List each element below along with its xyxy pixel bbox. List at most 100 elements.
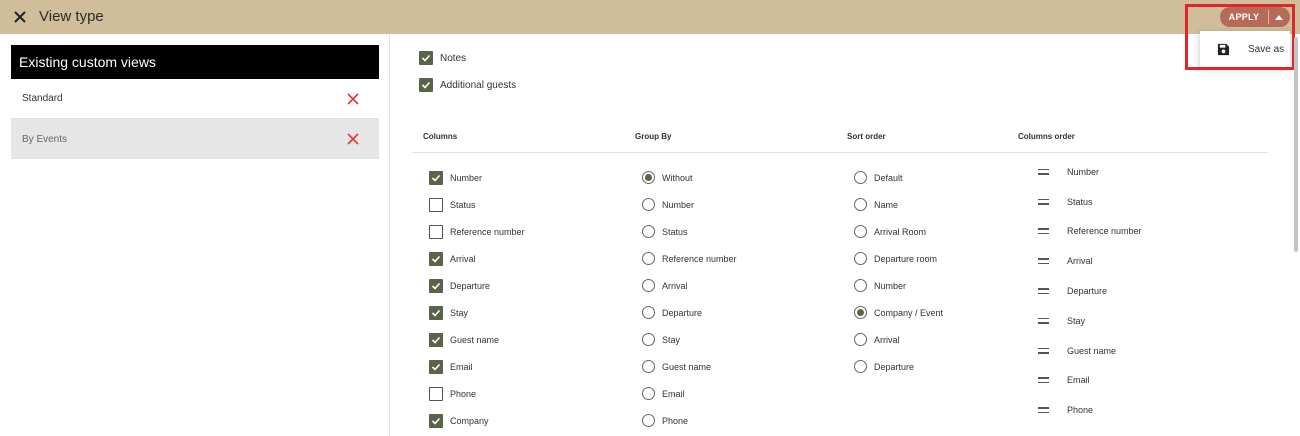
group-by-radio[interactable] [642,171,655,184]
apply-button[interactable]: APPLY [1220,7,1268,27]
column-checkbox[interactable] [429,197,443,212]
column-order-item-departure[interactable]: Departure [1034,276,1142,306]
column-checkbox[interactable] [429,386,443,401]
group-by-radio[interactable] [642,279,655,292]
option-notes[interactable]: Notes [419,51,466,65]
drag-handle-icon[interactable] [1038,317,1049,325]
sort-order-option-arrival-room[interactable]: Arrival Room [854,218,943,245]
group-by-option-stay[interactable]: Stay [642,326,737,353]
column-option-phone[interactable]: Phone [429,380,525,407]
group-by-option-label: Email [662,388,685,399]
view-item-by-events[interactable]: By Events [11,119,379,159]
column-option-email[interactable]: Email [429,353,525,380]
column-option-company[interactable]: Company [429,407,525,434]
group-by-option-reference-number[interactable]: Reference number [642,245,737,272]
group-by-radio[interactable] [642,306,655,319]
option-additional-guests[interactable]: Additional guests [419,78,516,92]
apply-split-button: APPLY [1220,7,1290,27]
column-order-item-guest-name[interactable]: Guest name [1034,336,1142,366]
drag-handle-icon[interactable] [1038,257,1049,265]
column-checkbox[interactable] [429,332,443,347]
sort-order-option-company-event[interactable]: Company / Event [854,299,943,326]
sort-order-radio[interactable] [854,252,867,265]
column-order-item-arrival[interactable]: Arrival [1034,246,1142,276]
sort-order-option-name[interactable]: Name [854,191,943,218]
column-option-stay[interactable]: Stay [429,299,525,326]
column-order-item-reference-number[interactable]: Reference number [1034,217,1142,247]
drag-handle-icon[interactable] [1038,287,1049,295]
column-checkbox[interactable] [429,170,443,185]
drag-handle-icon[interactable] [1038,376,1049,384]
drag-handle-icon[interactable] [1038,406,1049,414]
drag-handle-icon[interactable] [1038,198,1049,206]
group-by-option-status[interactable]: Status [642,218,737,245]
sort-order-radio[interactable] [854,333,867,346]
scrollbar[interactable] [1292,34,1300,436]
group-by-radio[interactable] [642,360,655,373]
sort-order-option-number[interactable]: Number [854,272,943,299]
close-button[interactable] [10,7,30,27]
column-checkbox[interactable] [429,359,443,374]
group-by-radio[interactable] [642,225,655,238]
column-option-departure[interactable]: Departure [429,272,525,299]
drag-handle-icon[interactable] [1038,347,1049,355]
group-by-list: Without Number Status Reference number Arriv… [642,164,737,434]
save-as-label: Save as [1248,43,1285,55]
sort-order-option-departure-room[interactable]: Departure room [854,245,943,272]
group-by-radio[interactable] [642,252,655,265]
column-order-item-email[interactable]: Email [1034,366,1142,396]
column-order-label: Number [1067,166,1100,177]
drag-handle-icon[interactable] [1038,168,1049,176]
notes-checkbox[interactable] [419,51,433,65]
column-checkbox[interactable] [429,251,443,266]
sort-order-radio[interactable] [854,171,867,184]
group-by-option-arrival[interactable]: Arrival [642,272,737,299]
group-by-option-guest-name[interactable]: Guest name [642,353,737,380]
column-option-reference-number[interactable]: Reference number [429,218,525,245]
column-checkbox[interactable] [429,413,443,428]
column-order-item-number[interactable]: Number [1034,157,1142,187]
sort-order-radio[interactable] [854,198,867,211]
additional-guests-checkbox[interactable] [419,78,433,92]
radio-selected-dot [645,174,652,181]
column-order-item-stay[interactable]: Stay [1034,306,1142,336]
group-by-option-without[interactable]: Without [642,164,737,191]
column-checkbox[interactable] [429,278,443,293]
delete-icon[interactable] [347,133,359,145]
column-option-status[interactable]: Status [429,191,525,218]
group-by-option-number[interactable]: Number [642,191,737,218]
column-option-number[interactable]: Number [429,164,525,191]
group-by-radio[interactable] [642,387,655,400]
sort-order-radio[interactable] [854,306,867,319]
group-by-radio[interactable] [642,333,655,346]
save-icon [1217,43,1230,55]
column-checkbox[interactable] [429,224,443,239]
column-option-arrival[interactable]: Arrival [429,245,525,272]
sort-order-option-departure[interactable]: Departure [854,353,943,380]
column-order-label: Guest name [1067,345,1117,356]
column-checkbox[interactable] [429,305,443,320]
column-order-label: Reference number [1067,226,1142,237]
apply-menu-toggle[interactable] [1269,7,1289,27]
view-item-label: Standard [22,93,63,104]
column-option-label: Status [450,199,476,210]
group-by-radio[interactable] [642,414,655,427]
sort-order-option-label: Arrival [874,334,900,345]
sort-order-radio[interactable] [854,225,867,238]
drag-handle-icon[interactable] [1038,227,1049,235]
save-as-menu-item[interactable]: Save as [1200,31,1290,67]
column-order-item-status[interactable]: Status [1034,187,1142,217]
view-item-standard[interactable]: Standard [11,79,379,119]
delete-icon[interactable] [347,93,359,105]
group-by-radio[interactable] [642,198,655,211]
group-by-option-email[interactable]: Email [642,380,737,407]
column-order-item-phone[interactable]: Phone [1034,395,1142,425]
sort-order-option-default[interactable]: Default [854,164,943,191]
sort-order-option-arrival[interactable]: Arrival [854,326,943,353]
group-by-option-phone[interactable]: Phone [642,407,737,434]
column-option-guest-name[interactable]: Guest name [429,326,525,353]
group-by-option-departure[interactable]: Departure [642,299,737,326]
sort-order-radio[interactable] [854,360,867,373]
scroll-thumb[interactable] [1294,37,1298,252]
sort-order-radio[interactable] [854,279,867,292]
